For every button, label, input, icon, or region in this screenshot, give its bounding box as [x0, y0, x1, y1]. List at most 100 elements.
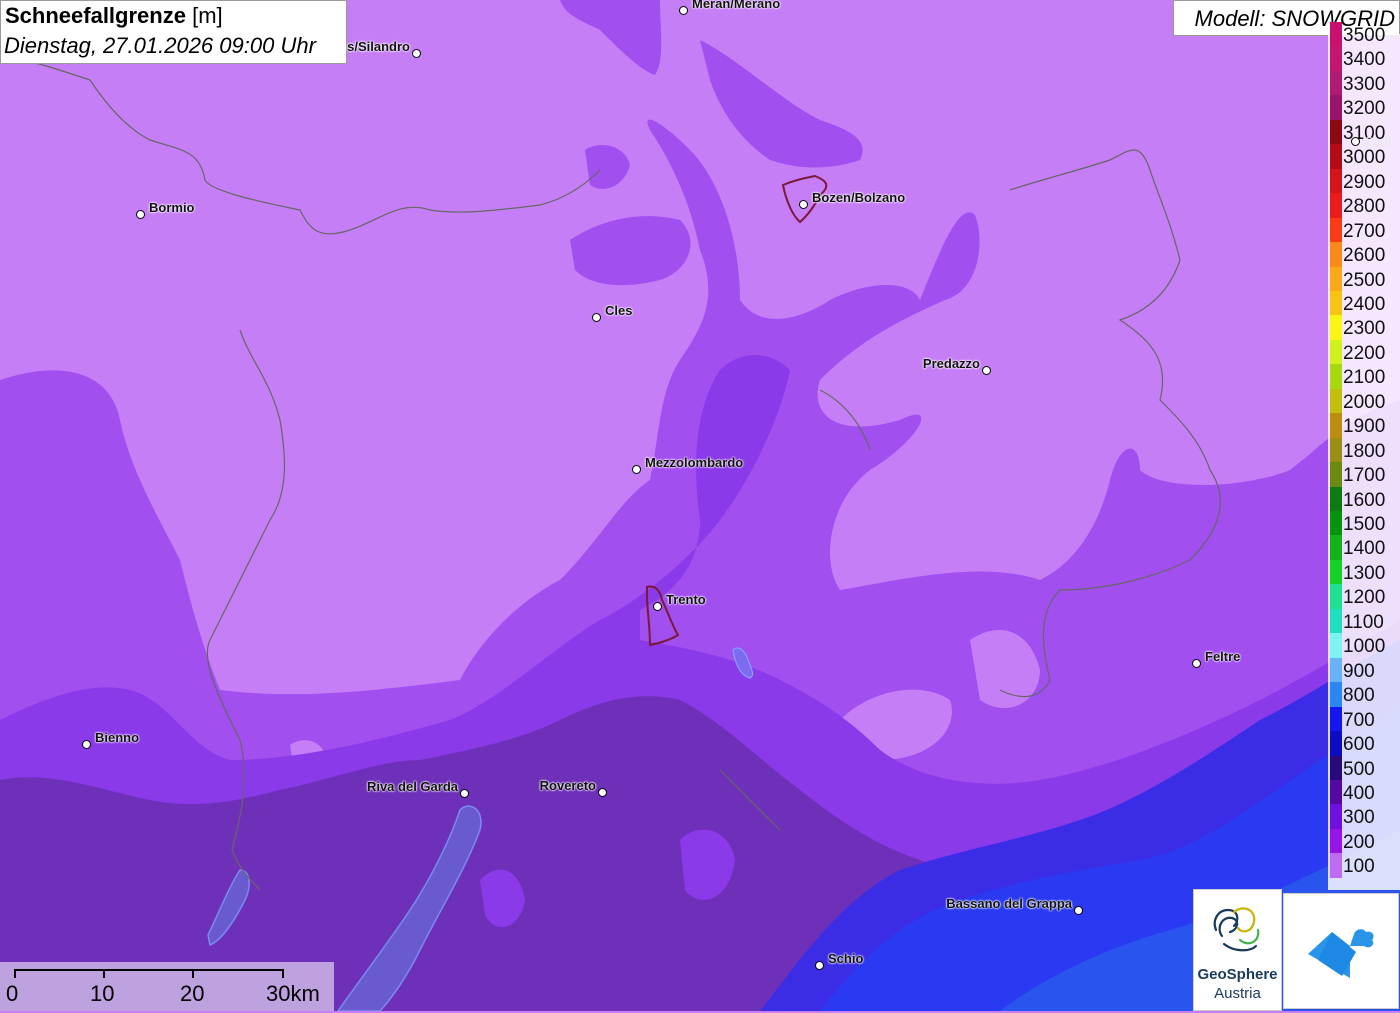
cloud-house-icon [1308, 929, 1374, 978]
legend-swatch [1330, 95, 1342, 121]
legend-label: 1600 [1343, 489, 1386, 511]
legend-swatch [1330, 828, 1342, 854]
legend-label: 800 [1343, 685, 1375, 707]
title-unit: [m] [192, 3, 223, 28]
city-marker[interactable] [460, 789, 469, 798]
legend-row: 800 [1328, 682, 1400, 708]
legend-row: 2200 [1328, 339, 1400, 365]
scale-label: 30km [266, 981, 320, 1006]
legend-label: 2500 [1343, 269, 1386, 291]
city-marker[interactable] [598, 788, 607, 797]
city-label: Rovereto [539, 778, 596, 793]
geosphere-logo[interactable]: GeoSphere Austria [1193, 889, 1282, 1011]
city-marker[interactable] [1192, 659, 1201, 668]
legend-swatch [1330, 242, 1342, 267]
scale-label: 0 [6, 981, 19, 1006]
legend-swatch [1330, 535, 1342, 561]
legend-row: 400 [1328, 779, 1400, 805]
logo-text-2: Austria [1214, 985, 1261, 1002]
city-label: Bassano del Grappa [946, 896, 1072, 911]
city-label: Mezzolombardo [645, 455, 744, 470]
legend-label: 2100 [1343, 367, 1386, 389]
legend-label: 1800 [1343, 440, 1386, 462]
map-title-box: Schneefallgrenze [m] Dienstag, 27.01.202… [0, 0, 347, 64]
city-label: Bozen/Bolzano [812, 190, 906, 205]
legend-label: 1200 [1343, 587, 1386, 609]
legend-swatch [1330, 559, 1342, 585]
legend-label: 3500 [1343, 25, 1386, 46]
legend-label: 1000 [1343, 636, 1386, 658]
legend-row: 2900 [1328, 168, 1400, 194]
legend-row: 600 [1328, 731, 1400, 756]
scale-tick [103, 969, 105, 978]
legend-row: 1300 [1328, 559, 1400, 585]
legend-swatch [1330, 144, 1342, 170]
legend-row: 2300 [1328, 315, 1400, 341]
legend-label: 3200 [1343, 98, 1386, 120]
scale-tick [282, 969, 284, 978]
city-marker[interactable] [592, 313, 601, 322]
legend-row: 1500 [1328, 511, 1400, 536]
scale-label: 10 [90, 981, 115, 1006]
legend-row: 2600 [1328, 242, 1400, 267]
legend-swatch [1330, 22, 1342, 47]
city-label: Schio [828, 951, 864, 966]
city-label: Cles [605, 303, 633, 318]
legend-row: 900 [1328, 657, 1400, 683]
legend-row: 1700 [1328, 462, 1400, 487]
city-label: Meran/Merano [692, 0, 781, 11]
city-label: Feltre [1205, 649, 1241, 664]
legend-row: 100 [1328, 853, 1400, 879]
city-marker[interactable] [136, 210, 145, 219]
legend-swatch [1330, 755, 1342, 781]
scale-line [14, 969, 284, 971]
scale-label: 20 [180, 981, 205, 1006]
legend-swatch [1330, 217, 1342, 243]
legend-row: 1800 [1328, 437, 1400, 463]
legend-label: 2700 [1343, 220, 1386, 242]
city-label: Riva del Garda [366, 779, 458, 794]
legend-swatch [1330, 193, 1342, 219]
city-marker[interactable] [1074, 906, 1083, 915]
legend-swatch [1330, 266, 1342, 292]
legend-swatch [1330, 119, 1342, 145]
legend-swatch [1330, 46, 1342, 72]
legend-swatch [1330, 657, 1342, 683]
legend-row: 1000 [1328, 633, 1400, 659]
legend-row: 1400 [1328, 535, 1400, 561]
legend-label: 1100 [1343, 611, 1384, 633]
legend-label: 3300 [1343, 73, 1386, 95]
legend-label: 2800 [1343, 196, 1386, 218]
legend-label: 500 [1343, 758, 1375, 780]
legend-swatch [1330, 731, 1342, 756]
city-marker[interactable] [982, 366, 991, 375]
city-marker[interactable] [82, 740, 91, 749]
city-marker[interactable] [1351, 137, 1360, 146]
legend-label: 3000 [1343, 147, 1386, 169]
city-marker[interactable] [412, 49, 421, 58]
legend-label: 2300 [1343, 318, 1386, 340]
city-marker[interactable] [679, 6, 688, 15]
legend-label: 2900 [1343, 171, 1386, 193]
legend-row: 2400 [1328, 290, 1400, 316]
snowfall-line-map[interactable] [0, 0, 1400, 1011]
legend-row: 3300 [1328, 70, 1400, 96]
legend-swatch [1330, 339, 1342, 365]
legend-swatch [1330, 804, 1342, 830]
legend-swatch [1330, 608, 1342, 634]
legend-row: 3200 [1328, 95, 1400, 121]
city-marker[interactable] [653, 602, 662, 611]
legend-row: 1100 [1328, 608, 1400, 634]
legend-swatch [1330, 437, 1342, 463]
legend-swatch [1330, 706, 1342, 732]
city-marker[interactable] [799, 200, 808, 209]
city-label: Predazzo [922, 356, 980, 371]
legend-row: 300 [1328, 804, 1400, 830]
legend-row: 2100 [1328, 364, 1400, 390]
legend-row: 1200 [1328, 584, 1400, 610]
legend-row: 1900 [1328, 413, 1400, 439]
weather-app-logo[interactable] [1283, 893, 1399, 1009]
city-marker[interactable] [815, 961, 824, 970]
legend-row: 2800 [1328, 193, 1400, 219]
city-marker[interactable] [632, 465, 641, 474]
